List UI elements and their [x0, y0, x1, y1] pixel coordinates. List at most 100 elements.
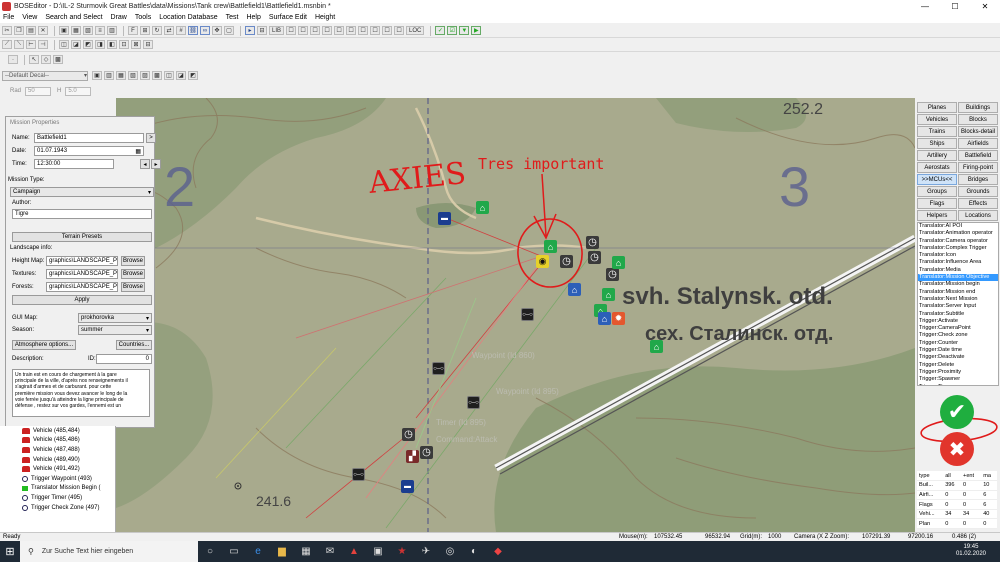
arrow-icon[interactable]: ▸ — [245, 26, 255, 35]
lib-button[interactable]: LIB — [269, 26, 285, 35]
align-icon[interactable]: ≡ — [95, 26, 105, 35]
tool-icon[interactable]: ☐ — [358, 26, 369, 35]
timer-icon[interactable]: ◷ — [586, 236, 599, 249]
waypoint-icon[interactable]: ○–○ — [352, 468, 365, 481]
heightmap-input[interactable]: graphics\LANDSCAPE_Prokh — [46, 256, 118, 266]
home-icon[interactable]: ⌂ — [602, 288, 615, 301]
decal-tool-icon[interactable]: ◪ — [176, 71, 186, 80]
object-tree[interactable]: Vehicle (485,484) Vehicle (485,486) Vehi… — [0, 426, 116, 532]
windows-start-icon[interactable]: ⊞ — [0, 541, 20, 562]
app-icon[interactable]: ▣ — [366, 541, 390, 562]
decal-tool-icon[interactable]: ▩ — [152, 71, 162, 80]
task-view-icon[interactable]: ▭ — [222, 541, 246, 562]
view-icon[interactable]: ⊡ — [119, 40, 129, 49]
layer-icon[interactable]: ◨ — [95, 40, 105, 49]
author-input[interactable]: Tigre — [12, 209, 152, 219]
mcu-list-item[interactable]: Translator:Next Mission — [918, 296, 998, 303]
shape-icon[interactable]: ◇ — [41, 55, 51, 64]
pointer-icon[interactable]: ↖ — [29, 55, 39, 64]
tool-icon[interactable]: ☐ — [286, 26, 297, 35]
menu-view[interactable]: View — [22, 14, 37, 21]
tool-icon[interactable]: ☐ — [382, 26, 393, 35]
list-item[interactable]: Trigger Timer (495) — [0, 493, 115, 503]
menu-test[interactable]: Test — [226, 14, 239, 21]
tank-icon[interactable]: ▬ — [438, 212, 451, 225]
mcu-list-item[interactable]: Trigger:Spawner — [918, 376, 998, 383]
rotate-icon[interactable]: ↻ — [152, 26, 162, 35]
list-item[interactable]: Vehicle (491,492) — [0, 464, 115, 474]
atmosphere-options-button[interactable]: Atmosphere options... — [12, 340, 76, 350]
category-firing-point[interactable]: Firing-point — [958, 162, 998, 173]
grid-icon[interactable]: # — [176, 26, 186, 35]
dash-icon[interactable]: · — [8, 55, 18, 64]
menu-location-database[interactable]: Location Database — [159, 14, 217, 21]
boseditor-icon[interactable]: ▲ — [342, 541, 366, 562]
ungroup-icon[interactable]: ▧ — [83, 26, 93, 35]
mail-icon[interactable]: ✉ — [318, 541, 342, 562]
category-planes[interactable]: Planes — [917, 102, 957, 113]
copy-icon[interactable]: ❐ — [14, 26, 24, 35]
category-ships[interactable]: Ships — [917, 138, 957, 149]
chain-icon[interactable]: ∞ — [200, 26, 210, 35]
menu-surface-edit[interactable]: Surface Edit — [269, 14, 307, 21]
fire-icon[interactable]: ✹ — [612, 312, 625, 325]
rad-input[interactable]: 50 — [25, 86, 52, 96]
mcu-list-item[interactable]: Translator:Mission end — [918, 289, 998, 296]
measure-icon[interactable]: ⟋ — [2, 40, 12, 49]
mcu-list-item[interactable]: Trigger:Proximity — [918, 369, 998, 376]
mcu-list-item[interactable]: Translator:Camera operator — [918, 238, 998, 245]
decal-tool-icon[interactable]: ▥ — [104, 71, 114, 80]
trigger-icon[interactable]: ▞ — [406, 450, 419, 463]
menu-help[interactable]: Help — [246, 14, 260, 21]
decal-tool-icon[interactable]: ◩ — [188, 71, 198, 80]
loc-button[interactable]: LOC — [406, 26, 425, 35]
down-arrow-icon[interactable]: ▼ — [459, 26, 470, 35]
cancel-button[interactable]: ✖ — [940, 432, 974, 466]
select-icon[interactable]: ▣ — [59, 26, 69, 35]
list-item[interactable]: Vehicle (487,488) — [0, 445, 115, 455]
tool-icon[interactable]: ☐ — [394, 26, 405, 35]
season-select[interactable]: summer ▾ — [78, 325, 152, 335]
mcu-list-item[interactable]: Translator:Subtitle — [918, 311, 998, 318]
decal-tool-icon[interactable]: ▨ — [140, 71, 150, 80]
mcu-list-item[interactable]: Translator:AI POI — [918, 223, 998, 230]
group-icon[interactable]: ▦ — [71, 26, 81, 35]
checkbox-icon[interactable]: ☑ — [447, 26, 458, 35]
game-icon[interactable]: ◆ — [486, 541, 510, 562]
clock-icon[interactable]: ◷ — [402, 428, 415, 441]
id-input[interactable]: 0 — [96, 354, 152, 364]
tool-icon[interactable]: ☐ — [322, 26, 333, 35]
paste-icon[interactable]: ▤ — [26, 26, 36, 35]
decal-tool-icon[interactable]: ▣ — [92, 71, 102, 80]
heightmap-browse-button[interactable]: Browse — [121, 256, 145, 266]
forests-input[interactable]: graphics\LANDSCAPE_Prokh — [46, 282, 118, 292]
decal-tool-icon[interactable]: ◫ — [164, 71, 174, 80]
view-icon[interactable]: ⊟ — [143, 40, 153, 49]
category-mcus[interactable]: >>MCUs<< — [917, 174, 957, 185]
tool-icon[interactable]: ☐ — [346, 26, 357, 35]
layer-icon[interactable]: ◧ — [107, 40, 117, 49]
textures-input[interactable]: graphics\LANDSCAPE_Prokh — [46, 269, 118, 279]
clock-icon[interactable]: ◷ — [560, 255, 573, 268]
menu-height[interactable]: Height — [315, 14, 335, 21]
textures-browse-button[interactable]: Browse — [121, 269, 145, 279]
mcu-list-item[interactable]: Translator:Animation operator — [918, 230, 998, 237]
category-effects[interactable]: Effects — [958, 198, 998, 209]
date-input[interactable]: 01.07.1943 ▦ — [34, 146, 144, 156]
category-groups[interactable]: Groups — [917, 186, 957, 197]
tank-icon[interactable]: ▬ — [401, 480, 414, 493]
menu-draw[interactable]: Draw — [111, 14, 127, 21]
waypoint-icon[interactable]: ○–○ — [521, 308, 534, 321]
terrain-presets-button[interactable]: Terrain Presets — [12, 232, 152, 242]
ruler-icon[interactable]: ⊣ — [38, 40, 48, 49]
list-item[interactable]: Trigger Check Zone (497) — [0, 503, 115, 513]
minimize-button[interactable]: — — [910, 0, 940, 12]
category-blocks[interactable]: Blocks — [958, 114, 998, 125]
image-icon[interactable]: ▩ — [53, 55, 63, 64]
home-icon[interactable]: ⌂ — [650, 340, 663, 353]
lock-icon[interactable]: ⊟ — [257, 26, 267, 35]
category-vehicles[interactable]: Vehicles — [917, 114, 957, 125]
mcu-list-item[interactable]: Trigger:CameraPoint — [918, 325, 998, 332]
list-item[interactable]: Vehicle (489,490) — [0, 455, 115, 465]
font-icon[interactable]: F — [128, 26, 138, 35]
